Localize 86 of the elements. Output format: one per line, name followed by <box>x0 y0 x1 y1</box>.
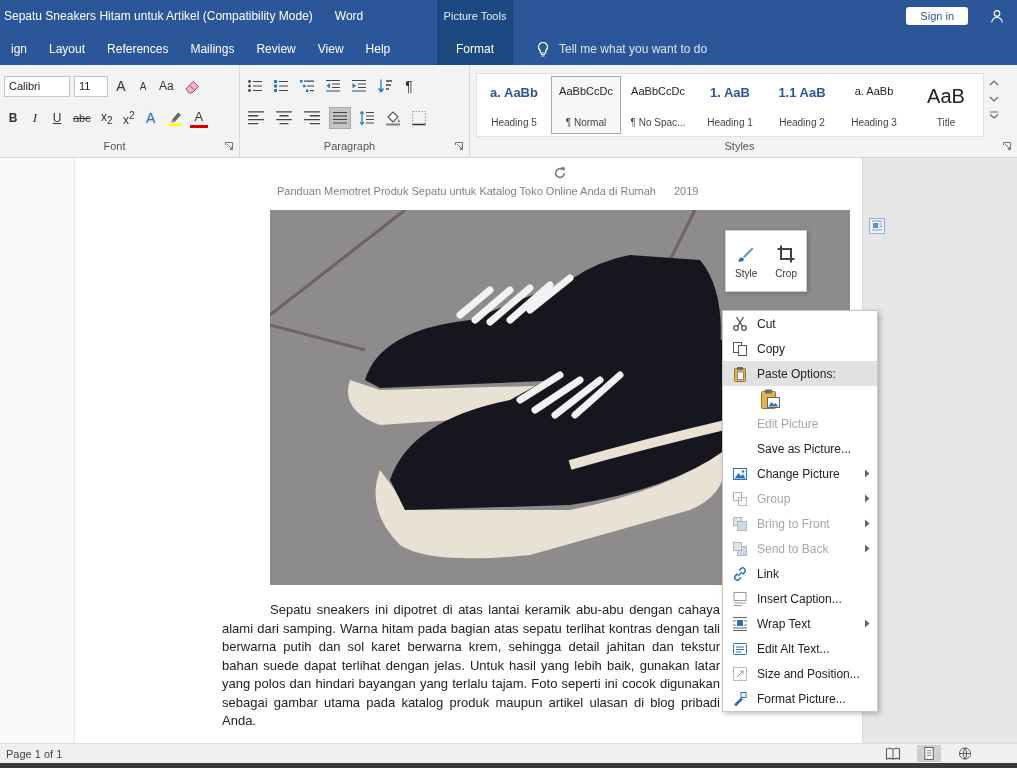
multilevel-list-icon[interactable] <box>299 78 315 94</box>
group-label: Paragraph <box>322 140 377 152</box>
alt-text-icon <box>732 640 748 657</box>
picture-icon <box>732 465 748 482</box>
ribbon-tab[interactable]: References <box>96 32 180 65</box>
gallery-more-icon[interactable] <box>989 111 999 119</box>
person-icon[interactable] <box>990 9 1004 23</box>
layer-front-icon <box>732 515 748 532</box>
decrease-indent-icon[interactable] <box>325 78 341 94</box>
dialog-launcher-icon[interactable] <box>1003 142 1011 150</box>
numbered-list-icon[interactable] <box>273 78 289 94</box>
tell-me-field[interactable]: Tell me what you want to do <box>557 38 737 59</box>
font-size-field[interactable]: 11 <box>74 75 108 97</box>
ribbon-tab[interactable]: Layout <box>38 32 97 65</box>
link-icon <box>732 565 748 582</box>
change-case-button[interactable]: Aa <box>156 75 177 97</box>
layout-options-icon[interactable] <box>869 218 885 234</box>
contextual-tab-header: Picture Tools <box>437 0 513 32</box>
menu-item[interactable]: Paste Options: <box>723 361 877 386</box>
subscript-button[interactable]: x$_{2}$ <box>97 107 116 129</box>
menu-item[interactable]: Insert Caption... <box>723 586 877 611</box>
header-text: Panduan Memotret Produk Sepatu untuk Katalog Toko Online Anda di Rumah <box>277 184 656 198</box>
underline-button[interactable]: U <box>48 107 66 129</box>
menu-item[interactable]: Link <box>723 561 877 586</box>
dialog-launcher-icon[interactable] <box>225 142 233 150</box>
font-name-field[interactable]: Calibri <box>4 75 70 97</box>
style-button[interactable]: Style <box>732 240 761 282</box>
layer-back-icon <box>732 540 748 557</box>
menu-item[interactable]: Cut <box>723 311 877 336</box>
body-paragraph: Sepatu sneakers ini dipotret di atas lantai keramik abu-abu dengan cahaya alami dari samping. Warna hitam pada bagian atas sepatu terlihat kontras dengan tali berwarna putih dan sol karet berwarna krem, sehingga detail jahitan dan tekstur bahan suede dapat terlihat dengan jelas. Untuk hasil yang lebih baik, gunakan latar yang polos dan hindari bayangan yang terlalu tajam. Foto seperti ini cocok digunakan sebagai gambar utama pada katalog produk maupun artikel ulasan di blog pribadi Anda. <box>222 601 720 730</box>
menu-item[interactable]: Edit Alt Text... <box>723 636 877 661</box>
strikethrough-button[interactable]: abc <box>70 107 94 129</box>
overlapping-squares-icon <box>732 490 748 507</box>
menu-item[interactable]: Size and Position... <box>723 661 877 686</box>
header-year: 2019 <box>673 184 699 198</box>
sign-in-button[interactable]: Sign in <box>906 7 968 25</box>
scroll-down-icon[interactable] <box>989 95 999 103</box>
justify-icon[interactable] <box>329 107 351 129</box>
scroll-up-icon[interactable] <box>989 79 999 87</box>
app-name: Word <box>334 9 364 23</box>
superscript-button[interactable]: x$^{2}$ <box>119 107 138 129</box>
menu-item[interactable]: Change Picture <box>723 461 877 486</box>
ribbon-tab[interactable]: Review <box>245 32 307 65</box>
lightbulb-icon <box>535 40 551 57</box>
dialog-launcher-icon[interactable] <box>455 142 463 150</box>
ribbon-tab[interactable]: Mailings <box>179 32 246 65</box>
brush-icon <box>732 690 748 707</box>
eraser-icon[interactable] <box>183 78 200 94</box>
bulleted-list-icon[interactable] <box>247 78 263 94</box>
show-formatting-button[interactable]: ¶ <box>400 75 418 97</box>
scissors-icon <box>732 315 748 332</box>
bold-button[interactable]: B <box>4 107 22 129</box>
shrink-font-button[interactable]: A <box>134 75 152 97</box>
grow-font-button[interactable]: A <box>112 75 130 97</box>
text-effects-button[interactable]: A <box>141 107 160 129</box>
paste-picture-icon[interactable] <box>759 387 781 410</box>
borders-icon[interactable] <box>411 110 427 126</box>
ribbon-tab[interactable]: Format <box>437 32 513 65</box>
copy-icon <box>732 340 748 357</box>
font-color-button[interactable]: A <box>189 108 208 128</box>
highlighter-icon[interactable] <box>166 110 183 126</box>
resize-icon <box>732 665 748 682</box>
rotate-handle-icon[interactable] <box>553 166 567 180</box>
menu-item[interactable]: Copy <box>723 336 877 361</box>
page-count: Page 1 of 1 <box>5 747 63 760</box>
page-icon[interactable] <box>917 745 941 762</box>
style-gallery-item[interactable]: AaBbCcDc ¶ Normal <box>551 76 621 134</box>
line-spacing-icon[interactable] <box>359 110 375 126</box>
menu-item[interactable]: Save as Picture... <box>723 436 877 461</box>
menu-item[interactable]: Format Picture... <box>723 686 877 711</box>
sort-icon[interactable] <box>377 78 393 94</box>
menu-item[interactable]: Wrap Text <box>723 611 877 636</box>
crop-button[interactable]: Crop <box>772 240 800 282</box>
ribbon-tab[interactable]: View <box>306 32 355 65</box>
increase-indent-icon[interactable] <box>351 78 367 94</box>
ribbon-tab[interactable]: ign <box>0 32 38 65</box>
group-label: Font <box>102 140 127 152</box>
caption-icon <box>732 590 748 607</box>
window-title: Sepatu Sneakers Hitam untuk Artikel (Compatibility Mode) <box>4 9 313 23</box>
text-wrap-icon <box>732 615 748 632</box>
crop-icon <box>776 243 797 264</box>
clipboard-icon <box>732 365 748 382</box>
group-label: Styles <box>723 140 756 152</box>
paint-bucket-icon[interactable] <box>385 110 401 126</box>
italic-button[interactable]: I <box>26 107 44 129</box>
ribbon-tab[interactable]: Help <box>354 32 402 65</box>
